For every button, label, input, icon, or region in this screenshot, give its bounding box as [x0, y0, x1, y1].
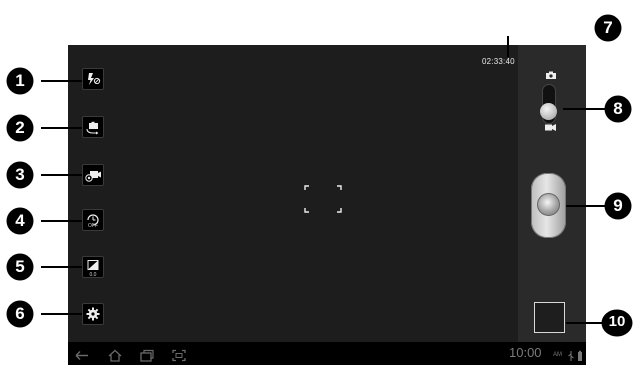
gear-icon [86, 307, 100, 321]
callout-number-8: 8 [613, 99, 623, 118]
callout-number-4: 4 [15, 211, 25, 230]
mode-switch-knob[interactable] [540, 103, 557, 120]
settings-button[interactable] [82, 303, 104, 325]
exposure-value: 0.0 [89, 272, 97, 278]
camera-mode-icon [546, 71, 556, 79]
recording-time: 02:33:40 [482, 57, 515, 66]
callout-leader-2 [41, 127, 82, 129]
exposure-button[interactable]: 0.0 [82, 256, 104, 278]
home-icon[interactable] [107, 349, 123, 362]
image-viewer-thumbnail[interactable] [534, 302, 565, 333]
callout-leader-1 [41, 80, 82, 82]
video-mode-icon [545, 124, 556, 131]
self-timer-button[interactable]: OFF [82, 209, 104, 231]
self-portrait-button[interactable] [82, 116, 104, 138]
viewfinder[interactable] [68, 45, 518, 342]
callout-number-7: 7 [603, 18, 613, 37]
flash-off-icon [88, 73, 101, 85]
callout-leader-3 [41, 174, 82, 176]
focus-frame [304, 185, 342, 213]
status-ampm: AM [553, 352, 562, 358]
timer-off-label: OFF [88, 223, 98, 229]
callout-leader-6 [41, 313, 82, 315]
status-clock: 10:00 [509, 345, 542, 360]
shutter-lens-icon [537, 193, 560, 216]
callout-number-1: 1 [15, 71, 25, 90]
callout-leader-7 [507, 36, 509, 57]
callout-leader-10 [566, 322, 604, 324]
callout-leader-5 [41, 266, 82, 268]
recent-apps-icon[interactable] [139, 349, 155, 362]
shooting-mode-icon [85, 171, 101, 182]
shooting-mode-button[interactable] [82, 164, 104, 186]
callout-leader-8 [563, 108, 607, 110]
switch-camera-icon [86, 121, 99, 135]
callout-number-10: 10 [608, 313, 626, 330]
callout-number-2: 2 [15, 118, 25, 137]
usb-icon [568, 351, 574, 361]
callout-leader-4 [41, 220, 82, 222]
callout-number-6: 6 [15, 304, 25, 323]
battery-icon [578, 350, 582, 361]
flash-button[interactable] [82, 68, 104, 90]
callout-number-5: 5 [15, 257, 25, 276]
callout-number-9: 9 [613, 196, 623, 215]
callout-leader-9 [566, 205, 608, 207]
callout-number-3: 3 [15, 165, 25, 184]
screenshot-icon[interactable] [171, 349, 187, 362]
back-icon[interactable] [74, 349, 90, 362]
